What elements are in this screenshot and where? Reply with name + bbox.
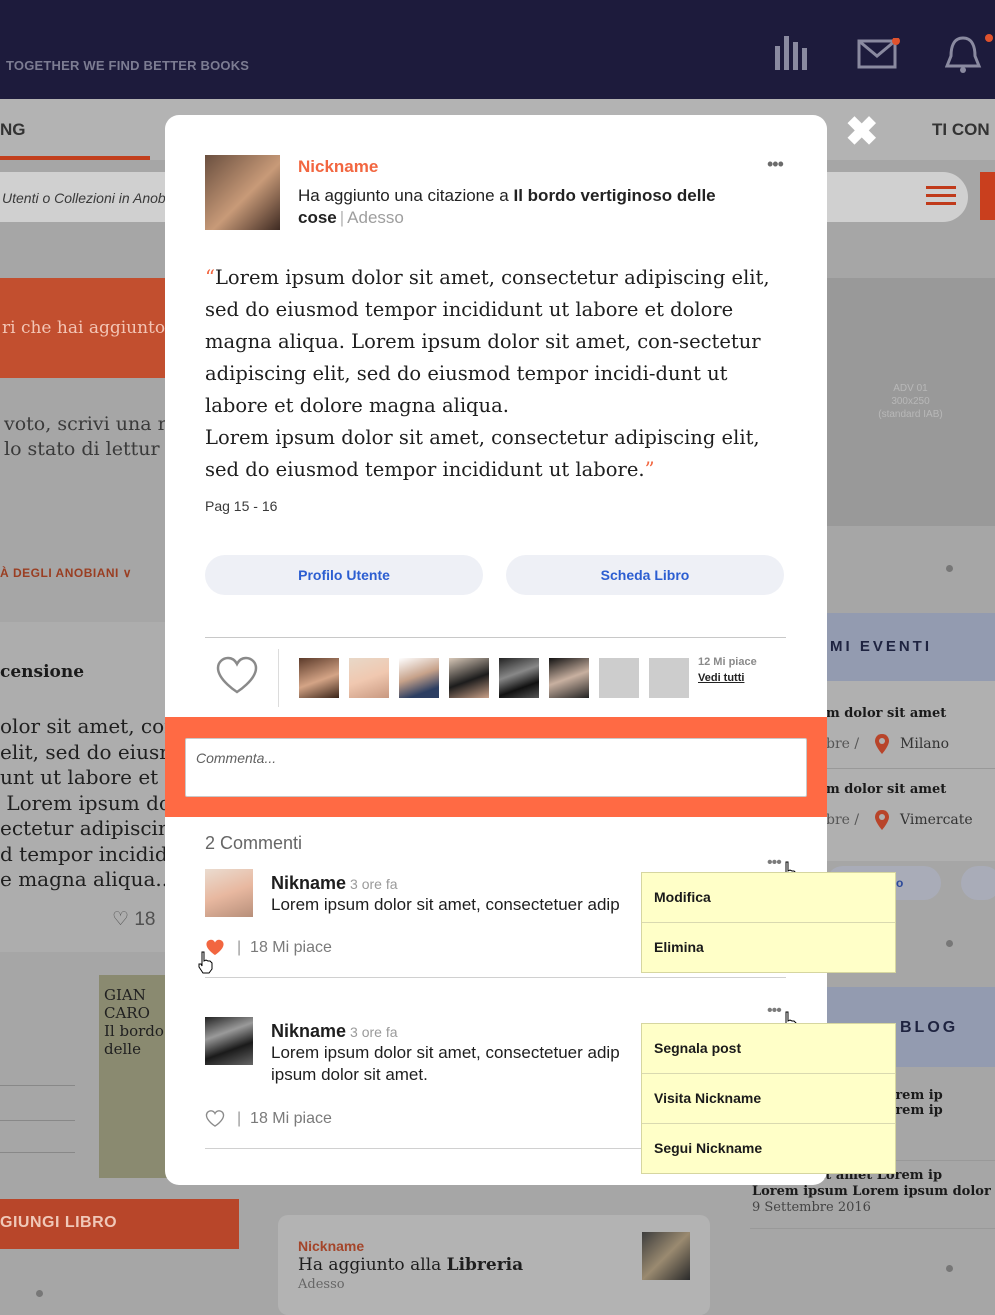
carousel-dot[interactable] — [946, 565, 953, 572]
liker-avatar[interactable] — [399, 658, 439, 698]
comment-likes: | 18 Mi piace — [237, 1110, 332, 1127]
hamburger-menu-icon[interactable] — [926, 186, 956, 208]
comment-input[interactable]: Commenta... — [185, 738, 807, 797]
carousel-dot[interactable] — [36, 1290, 43, 1297]
comment-text: Lorem ipsum dolor sit amet, consectetuer… — [271, 895, 620, 914]
author-nickname[interactable]: Nickname — [298, 157, 378, 177]
comment-more-icon[interactable]: ••• — [767, 1002, 782, 1020]
comment-options-menu: Modifica Elimina — [642, 873, 895, 972]
blog-title: BLOG — [900, 1019, 959, 1036]
feed-avatar[interactable] — [642, 1232, 690, 1280]
anobiani-link[interactable]: À DEGLI ANOBIANI ∨ — [0, 566, 132, 580]
close-icon[interactable]: ✖ — [845, 112, 879, 152]
bell-icon[interactable] — [945, 34, 995, 74]
divider — [0, 1120, 75, 1121]
divider — [750, 1228, 995, 1229]
quote-text: “Lorem ipsum dolor sit amet, consectetur… — [205, 266, 770, 481]
mail-icon[interactable] — [857, 38, 901, 70]
event-title[interactable]: m dolor sit amet — [826, 706, 946, 721]
liker-avatar[interactable] — [549, 658, 589, 698]
commenter-avatar[interactable] — [205, 1017, 253, 1065]
post-action: Ha aggiunto una citazione a Il bordo ver… — [298, 186, 716, 227]
events-title: MI EVENTI — [830, 638, 933, 655]
comment-text: Lorem ipsum dolor sit amet, consectetuer… — [271, 1043, 620, 1084]
heart-icon: ♡ — [112, 909, 130, 930]
location-pin-icon — [875, 734, 889, 754]
event-title[interactable]: m dolor sit amet — [826, 782, 946, 797]
divider — [278, 649, 279, 707]
search-placeholder: Utenti o Collezioni in Anobi — [2, 190, 169, 206]
liker-avatar-placeholder[interactable] — [599, 658, 639, 698]
liker-avatar[interactable] — [299, 658, 339, 698]
comment-options-menu: Segnala post Visita Nickname Segui Nickn… — [642, 1024, 895, 1173]
event-city: Milano — [900, 736, 950, 752]
banner-text: ri che hai aggiunto a — [2, 318, 181, 338]
event-date: bre / — [826, 812, 860, 828]
review-text: olor sit amet, cor elit, sed do eiusm un… — [0, 714, 184, 891]
commenter-name[interactable]: Nikname 3 ore fa — [271, 873, 398, 894]
post-time: Adesso — [347, 208, 404, 227]
book-sheet-button[interactable]: Scheda Libro — [506, 555, 784, 595]
author-avatar[interactable] — [205, 155, 280, 230]
blog-date: 9 Settembre 2016 — [752, 1200, 871, 1215]
tab-left[interactable]: NG — [0, 120, 26, 140]
feed-time: Adesso — [298, 1277, 345, 1292]
carousel-dot[interactable] — [946, 940, 953, 947]
events-button-label: o — [896, 876, 904, 890]
divider — [0, 1152, 75, 1153]
feed-nickname[interactable]: Nickname — [298, 1238, 364, 1254]
commenter-name[interactable]: Nikname 3 ore fa — [271, 1021, 398, 1042]
menu-item-visit-profile[interactable]: Visita Nickname — [642, 1074, 895, 1124]
review-likes[interactable]: ♡ 18 — [112, 908, 155, 931]
adv-label: ADV 01 300x250 (standard IAB) — [878, 383, 943, 420]
feed-action: Ha aggiunto alla Libreria — [298, 1255, 524, 1275]
like-heart-icon[interactable] — [205, 1109, 225, 1127]
tagline: TOGETHER WE FIND BETTER BOOKS — [6, 58, 250, 73]
comment-placeholder: Commenta... — [196, 750, 277, 766]
liker-avatar-placeholder[interactable] — [649, 658, 689, 698]
commenter-avatar[interactable] — [205, 869, 253, 917]
liker-avatar[interactable] — [449, 658, 489, 698]
liker-avatar[interactable] — [349, 658, 389, 698]
location-pin-icon — [875, 810, 889, 830]
bars-chart-icon[interactable] — [775, 36, 809, 70]
user-profile-button[interactable]: Profilo Utente — [205, 555, 483, 595]
tab-right[interactable]: TI CON — [932, 120, 990, 140]
divider — [0, 1085, 75, 1086]
event-date: bre / — [826, 736, 860, 752]
hand-cursor-icon — [198, 951, 213, 974]
comment-likes: | 18 Mi piace — [237, 939, 332, 956]
liker-avatar[interactable] — [499, 658, 539, 698]
events-button-secondary[interactable] — [961, 866, 995, 900]
vote-hint-text: voto, scrivi una r lo stato di lettur — [4, 413, 167, 460]
top-navbar — [0, 0, 995, 99]
search-button[interactable] — [980, 172, 995, 220]
comment-time: 3 ore fa — [350, 876, 398, 892]
menu-item-delete[interactable]: Elimina — [642, 923, 895, 972]
add-book-label: GIUNGI LIBRO — [0, 1214, 118, 1231]
post-more-icon[interactable]: ••• — [767, 154, 784, 175]
review-heading: censione — [0, 662, 85, 682]
event-city: Vimercate — [900, 812, 973, 828]
page-reference: Pag 15 - 16 — [205, 498, 278, 514]
menu-item-edit[interactable]: Modifica — [642, 873, 895, 923]
likes-count: 12 Mi piace — [698, 656, 757, 668]
menu-item-report[interactable]: Segnala post — [642, 1024, 895, 1074]
comment-time: 3 ore fa — [350, 1024, 398, 1040]
carousel-dot[interactable] — [946, 1265, 953, 1272]
comments-count: 2 Commenti — [205, 833, 303, 853]
like-heart-icon[interactable] — [215, 654, 259, 698]
divider — [205, 977, 786, 978]
see-all-likes-link[interactable]: Vedi tutti — [698, 672, 744, 684]
active-tab-indicator — [0, 156, 150, 160]
menu-item-follow[interactable]: Segui Nickname — [642, 1124, 895, 1173]
divider — [205, 637, 786, 638]
divider — [826, 768, 995, 769]
comment-more-icon[interactable]: ••• — [767, 854, 782, 872]
